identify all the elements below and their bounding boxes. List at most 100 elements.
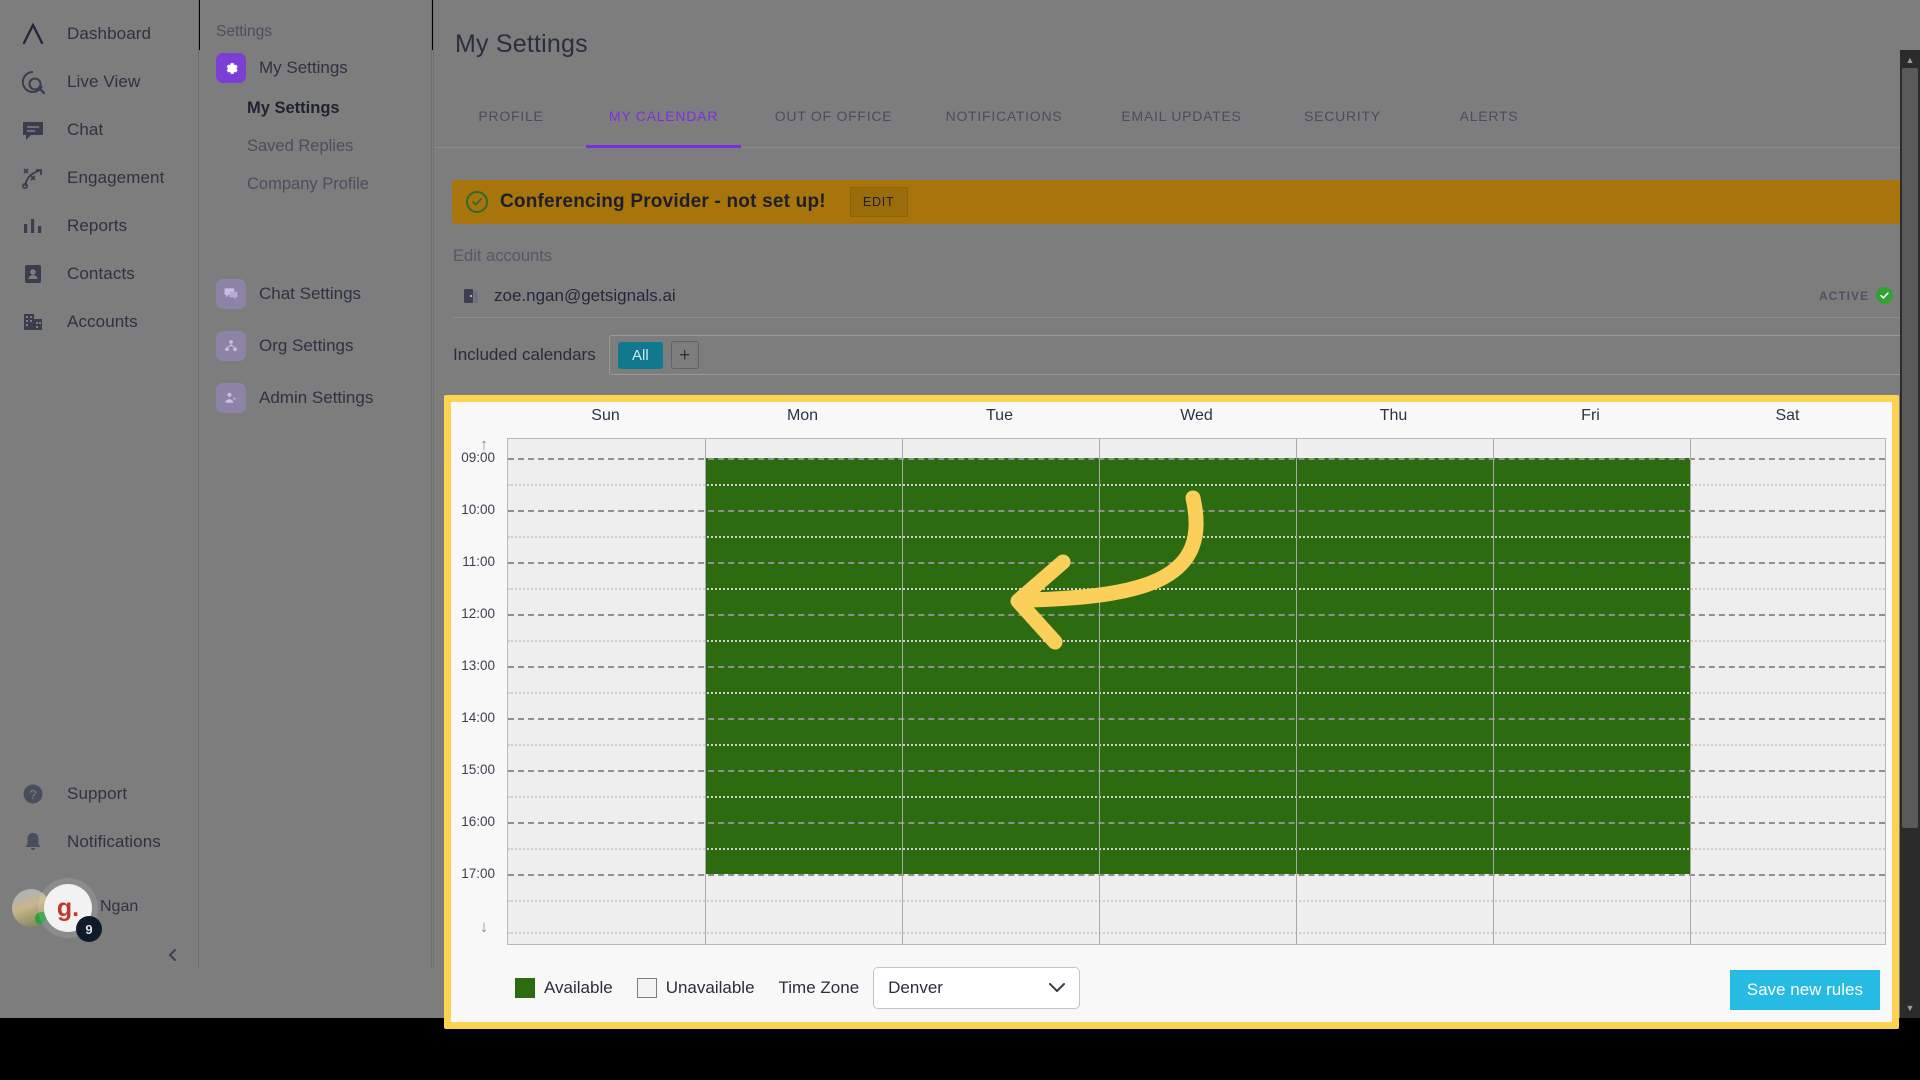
calendar-day-header: Sun Mon Tue Wed Thu Fri Sat [451,402,1892,438]
page-title: My Settings [455,30,588,58]
day-header-thu: Thu [1379,407,1408,424]
sidebar-item-notifications[interactable]: Notifications [0,818,199,866]
app-root: Dashboard Live View Chat Engagement Repo… [0,0,1920,1080]
banner-message: Conferencing Provider - not set up! [500,191,826,212]
tab-alerts[interactable]: ALERTS [1434,108,1544,148]
tab-label-alerts: ALERTS [1459,108,1519,124]
scrollbar-up-icon[interactable]: ▲ [1900,52,1920,68]
tab-label-profile: PROFILE [478,108,544,124]
scrollbar-down-icon[interactable]: ▼ [1900,1000,1920,1016]
time-label-1500: 15:00 [461,762,495,777]
check-circle-icon [466,191,488,213]
sidebar-item-reports[interactable]: Reports [0,202,199,250]
contacts-icon [16,257,50,291]
day-header-tue: Tue [986,407,1013,424]
sidebar-label-contacts: Contacts [67,264,135,283]
calendar-highlight-frame: Sun Mon Tue Wed Thu Fri Sat ↑ ↓ 09:00 10… [444,395,1899,1029]
sidebar-label-chat-settings: Chat Settings [259,284,362,303]
settings-sidebar-title: Settings [216,23,273,40]
time-label-0900: 09:00 [461,450,495,465]
timezone-value: Denver [888,978,943,997]
sidebar-label-admin-settings: Admin Settings [259,388,374,407]
calendar-grid[interactable] [507,438,1886,945]
sidebar-item-accounts[interactable]: Accounts [0,298,199,346]
tab-underline [456,145,566,148]
sidebar-label-dashboard: Dashboard [67,24,152,43]
legend-swatch-unavailable [636,978,657,998]
time-label-1700: 17:00 [461,866,495,881]
sidebar-sublabel-my-settings: My Settings [247,98,340,117]
tab-label-notifications: NOTIFICATIONS [945,108,1063,124]
sidebar-sublabel-saved-replies: Saved Replies [247,136,354,155]
legend-swatch-available [515,978,535,998]
sidebar-item-support[interactable]: ? Support [0,770,199,818]
page-scrollbar[interactable]: ▲ ▼ [1900,50,1920,1018]
tab-my-calendar[interactable]: MY CALENDAR [586,108,741,148]
scrollbar-thumb[interactable] [1902,68,1918,828]
tab-profile[interactable]: PROFILE [456,108,566,148]
tab-underline [1434,145,1544,148]
primary-sidebar: Dashboard Live View Chat Engagement Repo… [0,0,199,968]
availability-calendar: Sun Mon Tue Wed Thu Fri Sat ↑ ↓ 09:00 10… [451,402,1892,1022]
day-header-wed: Wed [1180,407,1213,424]
tab-underline [1099,145,1264,148]
chat-icon [216,279,246,309]
sidebar-label-support: Support [67,784,128,803]
time-label-1400: 14:00 [461,710,495,725]
sidebar-label-accounts: Accounts [67,312,138,331]
engagement-icon [16,161,50,195]
sidebar-item-live-view[interactable]: Live View [0,58,199,106]
reports-icon [16,209,50,243]
banner-edit-button[interactable]: EDIT [849,187,908,217]
live-view-icon [16,65,50,99]
account-row[interactable]: zoe.ngan@getsignals.ai ACTIVE [453,274,1903,318]
time-label-1600: 16:00 [461,814,495,829]
sidebar-item-org-settings[interactable]: Org Settings [200,326,432,366]
sidebar-item-chat-settings[interactable]: Chat Settings [200,274,432,314]
sidebar-item-engagement[interactable]: Engagement [0,154,199,202]
sidebar-item-dashboard[interactable]: Dashboard [0,10,199,58]
sidebar-item-chat[interactable]: Chat [0,106,199,154]
tab-label-email-updates: EMAIL UPDATES [1121,108,1242,124]
chevron-down-icon [1049,980,1066,997]
tab-notifications[interactable]: NOTIFICATIONS [924,108,1084,148]
sidebar-label-live-view: Live View [67,72,141,91]
conferencing-provider-banner: Conferencing Provider - not set up! EDIT [452,180,1902,224]
sidebar-subitem-saved-replies[interactable]: Saved Replies [200,128,432,164]
tab-security[interactable]: SECURITY [1280,108,1405,148]
admin-icon [216,383,246,413]
included-calendars-label: Included calendars [453,345,596,364]
included-calendars-field[interactable]: All + [609,335,1903,375]
day-header-sun: Sun [591,407,620,424]
sidebar-label-engagement: Engagement [67,168,165,187]
logo-icon [16,17,50,51]
legend-label-available: Available [544,978,613,997]
timezone-select[interactable]: Denver [873,967,1081,1009]
tab-underline [924,145,1084,148]
collapse-sidebar-icon[interactable] [160,942,186,968]
gear-icon [216,53,246,83]
time-label-1300: 13:00 [461,658,495,673]
sidebar-item-my-settings[interactable]: My Settings [200,48,432,88]
day-header-fri: Fri [1581,407,1600,424]
add-calendar-button[interactable]: + [670,341,699,369]
sidebar-label-org-settings: Org Settings [259,336,354,355]
sidebar-item-contacts[interactable]: Contacts [0,250,199,298]
sidebar-label-notifications: Notifications [67,832,161,851]
tab-underline [756,145,911,148]
calendar-chip-all[interactable]: All [618,341,663,369]
save-new-rules-button[interactable]: Save new rules [1729,970,1880,1010]
tab-out-of-office[interactable]: OUT OF OFFICE [756,108,911,148]
sidebar-subitem-company-profile[interactable]: Company Profile [200,166,432,202]
account-email: zoe.ngan@getsignals.ai [494,285,676,305]
tab-email-updates[interactable]: EMAIL UPDATES [1099,108,1264,148]
sidebar-item-admin-settings[interactable]: Admin Settings [200,378,432,418]
sidebar-subitem-my-settings[interactable]: My Settings [200,90,432,126]
tab-underline [1280,145,1405,148]
scroll-down-icon[interactable]: ↓ [473,916,495,938]
tab-label-out-of-office: OUT OF OFFICE [774,108,893,124]
timezone-label: Time Zone [778,978,860,997]
sidebar-label-my-settings: My Settings [259,58,348,77]
time-label-1000: 10:00 [461,502,495,517]
settings-sidebar: Settings My Settings My Settings Saved R… [200,0,432,968]
